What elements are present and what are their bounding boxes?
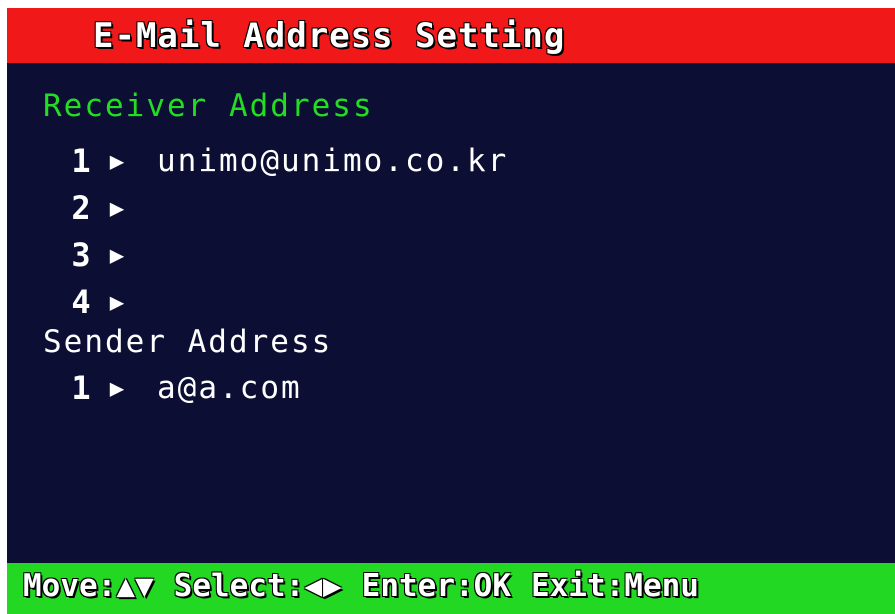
sender-address-row-1[interactable]: 1 ▶ a@a.com — [67, 369, 302, 407]
receiver-address-row-1[interactable]: 1 ▶ unimo@unimo.co.kr — [67, 142, 508, 180]
select-hint: Select:◀▶ — [174, 568, 342, 604]
receiver-address-label: Receiver Address — [43, 88, 374, 124]
row-index: 1 — [71, 142, 91, 180]
arrow-right-icon: ▶ — [109, 147, 125, 175]
receiver-address-row-3[interactable]: 3 ▶ — [67, 236, 157, 274]
row-index: 3 — [71, 236, 91, 274]
exit-hint: Exit:Menu — [530, 568, 699, 604]
title-bar: E-Mail Address Setting — [7, 8, 895, 63]
arrow-right-icon: ▶ — [109, 288, 125, 316]
arrow-right-icon: ▶ — [109, 241, 125, 269]
sender-email-field[interactable]: a@a.com — [157, 370, 302, 406]
arrow-left-icon: ◀ — [304, 568, 323, 604]
key-hints: Move:▲▼ Select:◀▶ Enter:OK Exit:Menu — [23, 568, 719, 604]
arrow-right-icon: ▶ — [109, 194, 125, 222]
osd-screen: E-Mail Address Setting Receiver Address … — [7, 8, 895, 614]
receiver-email-field[interactable]: unimo@unimo.co.kr — [157, 143, 508, 179]
row-index: 1 — [71, 369, 91, 407]
key-hint-bar: Move:▲▼ Select:◀▶ Enter:OK Exit:Menu — [7, 563, 895, 614]
sender-address-label: Sender Address — [43, 324, 333, 360]
receiver-address-row-4[interactable]: 4 ▶ — [67, 283, 157, 321]
receiver-address-row-2[interactable]: 2 ▶ — [67, 189, 157, 227]
select-label: Select: — [173, 568, 305, 604]
row-index: 2 — [71, 189, 91, 227]
arrow-right-icon: ▶ — [323, 568, 342, 604]
arrow-up-icon: ▲ — [116, 568, 135, 604]
arrow-right-icon: ▶ — [109, 374, 125, 402]
row-index: 4 — [71, 283, 91, 321]
arrow-down-icon: ▼ — [135, 568, 154, 604]
move-hint: Move:▲▼ — [23, 568, 154, 604]
page-title: E-Mail Address Setting — [93, 16, 566, 56]
move-label: Move: — [23, 568, 117, 604]
enter-hint: Enter:OK — [361, 568, 511, 604]
